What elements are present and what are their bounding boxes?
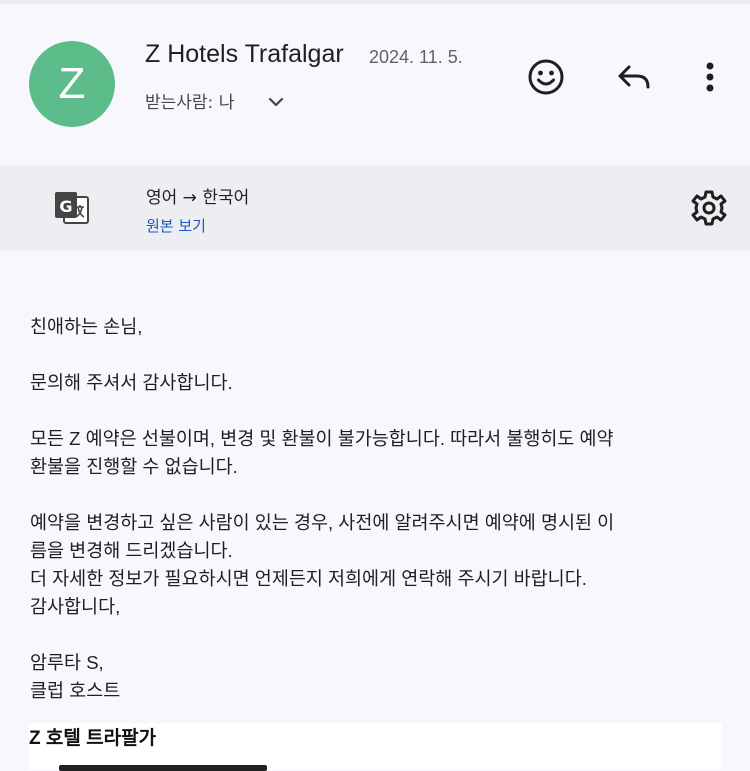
thanks-inquiry: 문의해 주셔서 감사합니다. — [30, 372, 233, 393]
google-translate-icon: G — [52, 189, 92, 229]
email-body: 친애하는 손님, 문의해 주셔서 감사합니다. 모든 Z 예약은 선불이며, 변… — [30, 313, 730, 705]
sender-name[interactable]: Z Hotels Trafalgar — [145, 40, 344, 69]
reply-icon — [618, 65, 650, 89]
translation-languages: 영어 → 한국어 — [146, 188, 250, 208]
hotel-image — [59, 765, 267, 771]
recipients-label[interactable]: 받는사람: 나 — [145, 88, 234, 113]
reply-button[interactable] — [614, 57, 654, 97]
signer-name: 암루타 S, — [30, 652, 104, 673]
change-line-1: 예약을 변경하고 싶은 사람이 있는 경우, 사전에 알려주시면 예약에 명시된… — [30, 512, 615, 533]
email-date: 2024. 11. 5. — [369, 47, 463, 67]
signature-card: Z 호텔 트라팔가 — [29, 723, 722, 771]
gear-icon — [691, 190, 727, 226]
avatar-letter: Z — [58, 59, 86, 108]
change-line-2: 름을 변경해 드리겠습니다. — [30, 540, 233, 561]
signer-role: 클럽 호스트 — [30, 680, 121, 701]
translation-settings-button[interactable] — [688, 187, 730, 229]
chevron-down-icon[interactable] — [266, 92, 286, 112]
top-divider — [0, 0, 750, 4]
add-reaction-button[interactable] — [526, 57, 566, 97]
hotel-name: Z 호텔 트라팔가 — [29, 728, 157, 749]
greeting: 친애하는 손님, — [30, 316, 143, 337]
policy-line-2: 환불을 진행할 수 없습니다. — [30, 456, 238, 477]
closing: 감사합니다, — [30, 596, 121, 617]
translation-bar: G 영어 → 한국어 원본 보기 — [0, 165, 750, 251]
smiley-icon — [528, 59, 564, 95]
sender-avatar[interactable]: Z — [29, 41, 115, 127]
policy-line-1: 모든 Z 예약은 선불이며, 변경 및 환불이 불가능합니다. 따라서 불행히도… — [30, 428, 614, 449]
contact-line: 더 자세한 정보가 필요하시면 언제든지 저희에게 연락해 주시기 바랍니다. — [30, 568, 587, 589]
more-vert-icon — [706, 62, 714, 92]
more-options-button[interactable] — [690, 57, 730, 97]
view-original-link[interactable]: 원본 보기 — [146, 215, 206, 236]
svg-text:G: G — [59, 197, 72, 216]
